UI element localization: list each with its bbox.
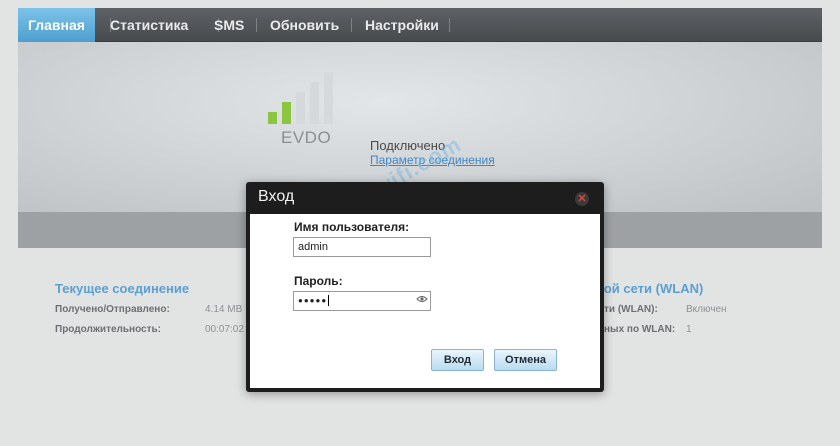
dialog-body: Имя пользователя: Пароль: ●●●●● Вход Отм… xyxy=(250,214,600,388)
nav-separator xyxy=(256,18,257,32)
nav-separator xyxy=(351,18,352,32)
login-button[interactable]: Вход xyxy=(431,349,484,371)
close-icon[interactable]: ✕ xyxy=(575,192,589,206)
info-label-duration: Продолжительность: xyxy=(55,324,161,335)
nav-tab-home[interactable]: Главная xyxy=(18,8,95,42)
username-input[interactable] xyxy=(293,237,431,257)
dialog-title: Вход xyxy=(258,188,295,205)
signal-bar xyxy=(296,92,305,124)
wlan-value-clients: 1 xyxy=(686,324,692,335)
nav-tab-update[interactable]: Обновить xyxy=(270,8,339,42)
signal-bar xyxy=(268,112,277,124)
login-dialog: Вход ✕ Имя пользователя: Пароль: ●●●●● В… xyxy=(246,182,604,392)
nav-tab-settings[interactable]: Настройки xyxy=(365,8,439,42)
wlan-label-clients: ных по WLAN: xyxy=(604,324,676,335)
nav-tab-sms[interactable]: SMS xyxy=(214,8,244,42)
current-connection-title: Текущее соединение xyxy=(55,281,190,296)
password-label: Пароль: xyxy=(294,274,343,288)
info-label-traffic: Получено/Отправлено: xyxy=(55,304,170,315)
wlan-section-title: ной сети (WLAN) xyxy=(596,281,704,296)
signal-strength-icon xyxy=(268,72,340,124)
password-input[interactable]: ●●●●● xyxy=(293,291,431,311)
wlan-value-status: Включен xyxy=(686,304,727,315)
cancel-button[interactable]: Отмена xyxy=(494,349,557,371)
eye-icon[interactable] xyxy=(416,293,428,308)
info-value-traffic: 4.14 MB xyxy=(205,304,243,315)
signal-bar xyxy=(282,102,291,124)
nav-tab-statistics[interactable]: Статистика xyxy=(110,8,188,42)
signal-bar xyxy=(310,82,319,124)
top-navigation: Главная Статистика SMS Обновить Настройк… xyxy=(18,8,822,42)
nav-separator xyxy=(449,18,450,32)
network-type: EVDO xyxy=(281,128,332,147)
info-value-duration: 00:07:02 xyxy=(205,324,244,335)
password-masked-value: ●●●●● xyxy=(298,296,328,305)
text-cursor xyxy=(328,295,330,307)
username-label: Имя пользователя: xyxy=(294,220,410,234)
signal-bar xyxy=(324,72,333,124)
wlan-label-status: ти (WLAN): xyxy=(604,304,658,315)
